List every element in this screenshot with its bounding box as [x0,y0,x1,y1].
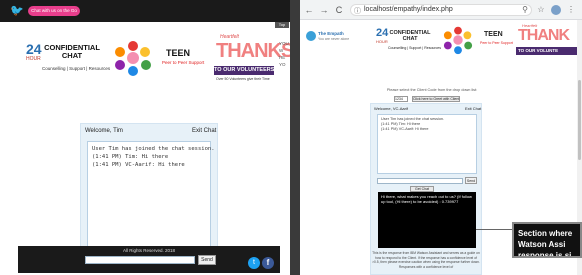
empathy-logo-dot [306,31,316,41]
browser-menu-icon[interactable]: ⋮ [566,5,576,15]
annotation-callout: Section where Watson Assi response is si [512,222,582,258]
volunteer-send-button[interactable]: Send [465,177,477,184]
reload-icon[interactable]: C [334,5,344,15]
people-circle-logo [115,41,151,76]
confidential-chat-title: CONFIDENTIAL CHAT [44,43,100,60]
zoom-icon[interactable]: ⚲ [520,5,530,15]
facebook-footer-icon[interactable]: f [262,257,274,269]
volunteer-welcome-label: Welcome, VC-Aarif [374,106,408,111]
confidential-chat-subtitle: Counselling | Support | Resources [42,66,111,71]
logo-hour: HOUR [26,56,41,62]
volunteer-exit-chat-link[interactable]: Exit Chat [465,106,481,111]
callout-line-text: Section where [518,229,573,238]
r-people-circle-logo [443,26,473,55]
teen-subtitle: Peer to Peer Support [162,60,205,65]
twitter-footer-icon[interactable]: t [248,257,260,269]
client-chat-log: User Tim has joined the chat session. (1… [87,141,215,249]
window-divider [290,0,300,275]
teen-title: TEEN [166,48,191,58]
client-code-select[interactable]: 1234 [394,96,408,102]
r-logo-number: 24 [376,27,389,39]
watson-disclaimer: This is the response from IBM Watson Ass… [372,251,480,269]
client-exit-chat-link[interactable]: Exit Chat [192,128,216,134]
r-thanks-banner-title: THANK [518,27,570,44]
chat-on-the-go-button[interactable]: Chat with us on the Go [28,6,80,16]
24-hour-logo: 24 HOUR [26,41,42,64]
profile-avatar[interactable] [551,5,561,15]
greet-client-button[interactable]: Click here to Greet with Client [412,96,460,102]
client-code-instruction: Please select the Client Code from the d… [386,88,478,92]
r-teen-subtitle: Peer to Peer Support [480,41,513,45]
back-icon[interactable]: ← [304,5,314,15]
page-scrollbar-thumb[interactable] [578,80,581,160]
thanks-note: Over 50 Volunteers give their Time [216,77,270,81]
address-bar-url[interactable]: localhost/empathy/index.php [364,6,453,13]
r-confidential-chat-title: CONFIDENTIAL CHAT [389,30,431,42]
empathy-title: The Empath [318,31,344,36]
chat-log-line: (1:41 PM) VC-Aarif: Hi there [92,162,185,168]
r-confidential-chat-subtitle: Counselling | Support | Resources [388,46,441,50]
r-thanks-volunteers-strip: TO OUR VOLUNTE [516,47,582,55]
site-info-icon[interactable]: ⓘ [354,6,361,16]
r-logo-hour: HOUR [376,39,388,44]
twitter-icon[interactable]: 🐦 [10,5,24,17]
bookmark-star-icon[interactable]: ☆ [536,5,546,15]
chat-log-line: (1:41 PM) VC-Aarif: Hi there [381,127,429,131]
client-send-button[interactable]: Send [198,255,216,265]
scroll-top-button[interactable]: Top [275,22,289,28]
chat-log-line: (1:41 PM) Tim: Hi there [92,154,169,160]
volunteer-message-input[interactable] [377,178,463,184]
volunteer-chat-log: User Tim has joined the chat session. (1… [377,114,477,174]
callout-line-text: response is si [518,251,572,258]
chat-log-line: User Tim has joined the chat session. [92,146,215,152]
empathy-subtitle: You are never alone [318,37,350,41]
client-message-input[interactable] [85,256,195,264]
logo-number: 24 [26,41,42,57]
r-24-hour-logo: 24 HOUR [376,27,389,45]
client-welcome-label: Welcome, Tim [85,128,123,134]
callout-pointer [476,229,512,230]
watson-response-box: Hi there, what makes you reach out to us… [378,192,476,248]
forward-icon[interactable]: → [319,5,329,15]
r-teen-title: TEEN [484,31,503,38]
callout-line-text: Watson Assi [518,240,566,249]
footer-copyright: All Rights Reserved. 2018 [122,248,176,253]
thanks-volunteers-strip: TO OUR VOLUNTEERS! [214,66,277,75]
